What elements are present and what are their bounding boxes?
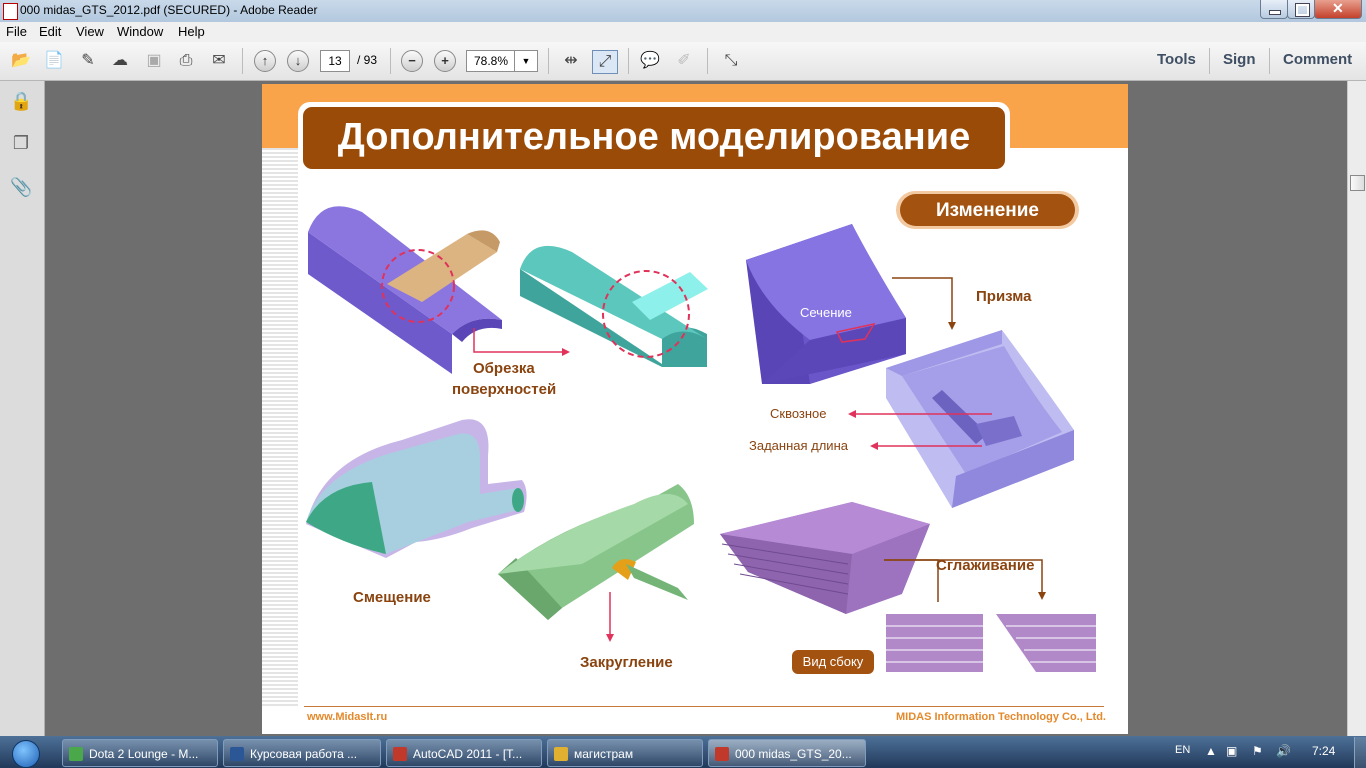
page-number-input[interactable]: 13 (320, 50, 350, 72)
minimize-icon (1269, 10, 1281, 15)
footer-url: www.MidasIt.ru (307, 711, 388, 723)
fit-width-icon[interactable]: ⇹ (559, 50, 583, 72)
label-through: Сквозное (770, 406, 827, 421)
save-icon[interactable]: ▣ (142, 50, 166, 72)
folder-icon (554, 747, 568, 761)
fit-page-icon[interactable]: ⤢ (592, 50, 618, 74)
badge-change: Изменение (935, 200, 1039, 221)
maximize-icon (1295, 3, 1310, 17)
zoom-out-button[interactable]: − (401, 50, 423, 72)
label-given-length: Заданная длина (749, 438, 848, 453)
menu-help[interactable]: Help (178, 24, 205, 39)
browser-icon (69, 747, 83, 761)
task-dota[interactable]: Dota 2 Lounge - M... (62, 739, 218, 767)
close-icon: ✕ (1332, 0, 1344, 16)
page-total: / 93 (357, 53, 378, 67)
minimize-button[interactable] (1260, 0, 1288, 19)
slide-title: Дополнительное моделирование (337, 116, 971, 158)
edit-icon[interactable]: ✎ (76, 50, 100, 72)
trim-teal-cylinder (520, 245, 708, 367)
pdf-icon (715, 747, 729, 761)
label-smoothing: Сглаживание (936, 557, 1035, 574)
label-offset: Смещение (353, 589, 431, 606)
show-hidden-icons-icon[interactable]: ▲ (1205, 744, 1217, 758)
zoom-in-button[interactable]: + (434, 50, 456, 72)
label-prism: Призма (976, 288, 1032, 305)
pages-icon[interactable]: ❐ (10, 133, 32, 155)
label-section: Сечение (800, 305, 852, 320)
smoothing-stepped-body (720, 502, 930, 614)
print-icon[interactable]: ⎙ (174, 50, 198, 72)
language-indicator[interactable]: EN (1175, 744, 1190, 756)
scrollbar-thumb[interactable] (1350, 175, 1365, 191)
prev-page-button[interactable]: ↑ (254, 50, 276, 72)
navigation-pane: 🔒 ❐ 📎 (0, 81, 45, 736)
fullscreen-icon[interactable]: ⤡ (719, 50, 743, 72)
upload-icon[interactable]: ☁ (108, 50, 132, 72)
comment-icon[interactable]: 💬 (638, 50, 662, 72)
maximize-button[interactable] (1287, 0, 1315, 19)
trim-purple-cylinder (308, 206, 502, 374)
label-trim-2: поверхностей (452, 381, 557, 398)
pdf-page: Дополнительное моделирование Изменение О… (262, 84, 1128, 734)
attachment-icon[interactable]: 📎 (10, 177, 32, 199)
windows-logo-icon (12, 740, 40, 768)
clock[interactable]: 7:24 (1312, 744, 1335, 758)
task-adobe-reader[interactable]: 000 midas_GTS_20... (708, 739, 866, 767)
next-page-button[interactable]: ↓ (287, 50, 309, 72)
vertical-scrollbar[interactable] (1347, 81, 1366, 736)
zoom-field[interactable]: 78.8% (466, 50, 516, 72)
zoom-dropdown-chevron-down-icon[interactable]: ▼ (514, 50, 538, 72)
lock-icon[interactable]: 🔒 (10, 91, 32, 113)
footer-company: MIDAS Information Technology Co., Ltd. (895, 711, 1106, 723)
label-trim: Обрезка (473, 360, 535, 377)
offset-tee-pipe (306, 419, 527, 558)
volume-icon[interactable]: 🔊 (1276, 744, 1291, 758)
window-titlebar: 000 midas_GTS_2012.pdf (SECURED) - Adobe… (0, 0, 1366, 22)
task-label: AutoCAD 2011 - [Т... (413, 747, 523, 761)
autocad-icon (393, 747, 407, 761)
flag-icon[interactable]: ⚑ (1252, 744, 1263, 758)
tools-link[interactable]: Tools (1157, 51, 1196, 68)
menu-file[interactable]: File (6, 24, 27, 39)
task-label: Курсовая работа ... (250, 747, 358, 761)
open-icon[interactable]: 📂 (9, 50, 33, 72)
comment-link[interactable]: Comment (1283, 51, 1352, 68)
task-label: магистрам (574, 747, 634, 761)
create-pdf-icon[interactable]: 📄 (42, 50, 66, 72)
window-title: 000 midas_GTS_2012.pdf (SECURED) - Adobe… (20, 3, 318, 17)
menu-edit[interactable]: Edit (39, 24, 61, 39)
fillet-green-cylinder (498, 484, 694, 620)
task-word[interactable]: Курсовая работа ... (223, 739, 381, 767)
network-icon[interactable]: ▣ (1226, 744, 1237, 758)
word-icon (230, 747, 244, 761)
extruded-prism (886, 330, 1074, 508)
menu-window[interactable]: Window (117, 24, 163, 39)
sign-link[interactable]: Sign (1223, 51, 1256, 68)
show-desktop-button[interactable] (1354, 737, 1366, 768)
task-label: 000 midas_GTS_20... (735, 747, 852, 761)
menu-view[interactable]: View (76, 24, 104, 39)
label-side-view: Вид сбоку (802, 654, 864, 669)
prism-block (746, 224, 906, 384)
close-button[interactable]: ✕ (1314, 0, 1362, 19)
pdf-icon (3, 3, 18, 20)
menu-bar: File Edit View Window Help (0, 22, 1366, 42)
mail-icon[interactable]: ✉ (207, 50, 231, 72)
task-folder[interactable]: магистрам (547, 739, 703, 767)
task-label: Dota 2 Lounge - M... (89, 747, 199, 761)
start-button[interactable] (4, 740, 54, 768)
label-fillet: Закругление (580, 654, 673, 671)
task-autocad[interactable]: AutoCAD 2011 - [Т... (386, 739, 542, 767)
highlight-icon[interactable]: ✐ (672, 50, 696, 72)
